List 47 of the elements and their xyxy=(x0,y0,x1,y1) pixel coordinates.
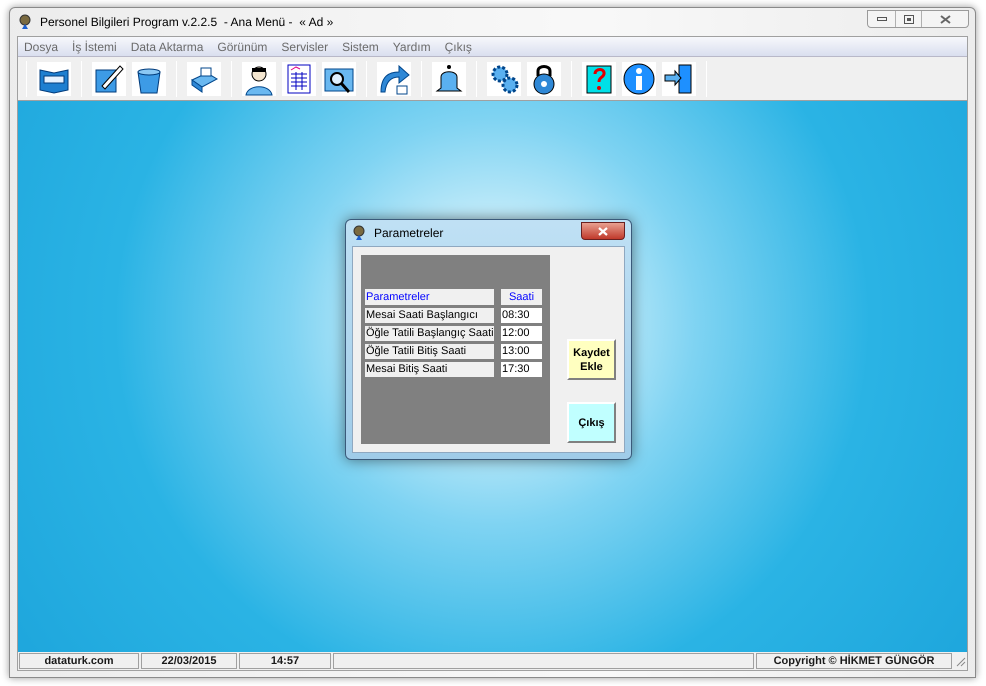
restore-icon xyxy=(904,14,914,24)
padlock-icon[interactable] xyxy=(527,62,561,96)
exit-button[interactable]: Çıkış xyxy=(567,402,616,443)
menu-item[interactable]: Data Aktarma xyxy=(130,38,204,56)
menu-item[interactable]: Çıkış xyxy=(444,38,472,56)
close-icon xyxy=(940,14,950,24)
menu-item[interactable]: Dosya xyxy=(24,38,58,56)
folder-magnifier-icon[interactable] xyxy=(322,62,356,96)
window-title: Personel Bilgileri Program v.2.2.5 - Ana Menü - « Ad » xyxy=(40,14,334,31)
status-date: 22/03/2015 xyxy=(141,653,237,669)
close-button[interactable] xyxy=(581,222,625,240)
status-time: 14:57 xyxy=(239,653,331,669)
menu-item[interactable]: Servisler xyxy=(281,38,328,56)
help-book-icon[interactable] xyxy=(582,62,616,96)
menu-item[interactable]: Görünüm xyxy=(217,38,268,56)
parameter-label: Mesai Bitiş Saati xyxy=(365,362,494,377)
time-field[interactable]: 13:00 xyxy=(501,344,542,359)
menu-item[interactable]: Sistem xyxy=(342,38,379,56)
column-header: Saati xyxy=(501,289,542,305)
menu-item[interactable]: İş İstemi xyxy=(72,38,117,56)
gears-icon[interactable] xyxy=(487,62,521,96)
time-field[interactable]: 17:30 xyxy=(501,362,542,377)
parameter-label: Öğle Tatili Başlangıç Saati xyxy=(365,326,494,341)
resize-grip-icon xyxy=(954,655,966,667)
trash-bin-icon[interactable] xyxy=(132,62,166,96)
close-icon xyxy=(598,226,608,236)
exit-door-icon[interactable] xyxy=(662,62,696,96)
status-copyright: Copyright © HİKMET GÜNGÖR xyxy=(756,653,952,669)
app-logo-icon xyxy=(18,14,32,30)
save-button[interactable]: Kaydet Ekle xyxy=(567,339,616,380)
status-website: dataturk.com xyxy=(19,653,139,669)
spreadsheet-icon[interactable] xyxy=(282,62,316,96)
minimize-icon xyxy=(876,17,886,21)
info-icon[interactable] xyxy=(622,62,656,96)
time-field[interactable]: 08:30 xyxy=(501,308,542,323)
column-header: Parametreler xyxy=(365,289,494,305)
notepad-pen-icon[interactable] xyxy=(92,62,126,96)
menu-item[interactable]: Yardım xyxy=(392,38,431,56)
book-icon[interactable] xyxy=(37,62,71,96)
parameter-label: Mesai Saati Başlangıcı xyxy=(365,308,494,323)
person-icon[interactable] xyxy=(242,62,276,96)
parameter-label: Öğle Tatili Bitiş Saati xyxy=(365,344,494,359)
printer-icon[interactable] xyxy=(187,62,221,96)
bell-icon[interactable] xyxy=(432,62,466,96)
dialog-title: Parametreler xyxy=(374,225,444,242)
app-logo-icon xyxy=(352,225,366,241)
time-field[interactable]: 12:00 xyxy=(501,326,542,341)
